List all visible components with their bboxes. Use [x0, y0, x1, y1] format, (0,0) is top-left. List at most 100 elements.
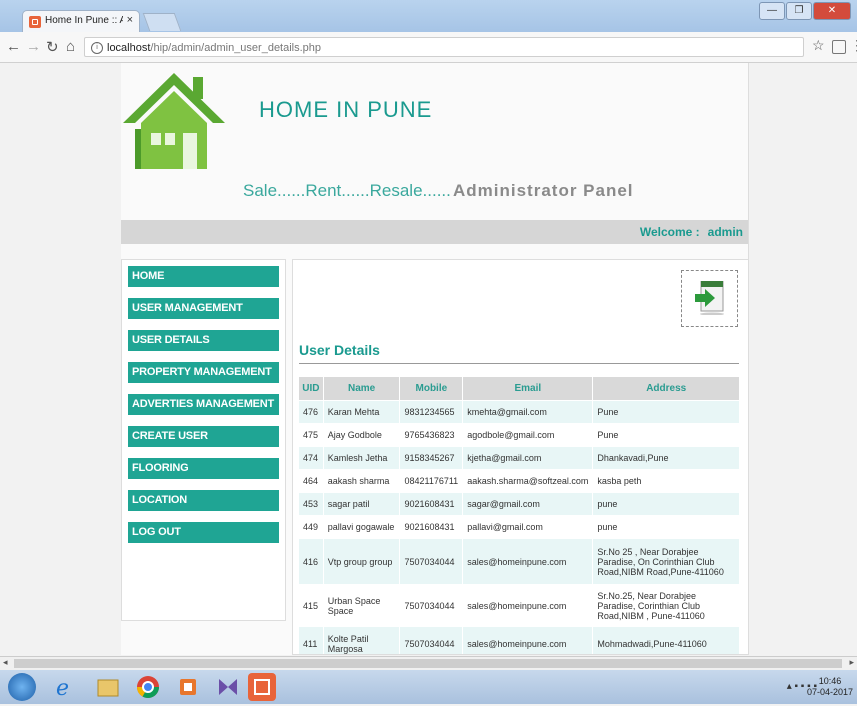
clock-time: 10:46 — [818, 676, 842, 686]
cell-mobile: 9831234565 — [399, 400, 464, 424]
back-arrow-icon[interactable]: ← — [6, 38, 21, 55]
site-favicon-icon — [29, 16, 41, 28]
cell-address: kasba peth — [592, 469, 740, 493]
sidebar-item-user-details[interactable]: USER DETAILS — [128, 330, 279, 351]
cell-name: Vtp group group — [322, 538, 401, 585]
column-header-email[interactable]: Email — [462, 376, 594, 401]
sidebar-item-location[interactable]: LOCATION — [128, 490, 279, 511]
table-row[interactable]: 453 sagar patil 9021608431 sagar@gmail.c… — [298, 492, 740, 516]
scrollbar-thumb[interactable] — [14, 659, 842, 668]
sidebar-item-create-user[interactable]: CREATE USER — [128, 426, 279, 447]
section-title: User Details — [299, 342, 380, 358]
table-row[interactable]: 474 Kamlesh Jetha 9158345267 kjetha@gmai… — [298, 446, 740, 470]
cell-email: sagar@gmail.com — [462, 492, 594, 516]
clock-date: 07-04-2017 — [806, 687, 853, 697]
section-divider — [299, 363, 739, 364]
cell-uid: 474 — [298, 446, 324, 470]
tab-title: Home In Pune :: Adminis — [45, 15, 123, 26]
sidebar-item-property-management[interactable]: PROPERTY MANAGEMENT — [128, 362, 279, 383]
export-excel-button[interactable] — [681, 270, 738, 327]
cell-email: aakash.sharma@softzeal.com — [462, 469, 594, 493]
cell-mobile: 9765436823 — [399, 423, 464, 447]
sidebar-item-log-out[interactable]: LOG OUT — [128, 522, 279, 543]
cell-email: kmehta@gmail.com — [462, 400, 594, 424]
column-header-address[interactable]: Address — [592, 376, 740, 401]
close-window-icon[interactable]: ✕ — [813, 2, 851, 20]
app-icon[interactable] — [174, 673, 202, 701]
reload-icon[interactable]: ↻ — [46, 38, 59, 56]
file-explorer-icon[interactable] — [94, 673, 122, 701]
cell-mobile: 9158345267 — [399, 446, 464, 470]
main-content: User Details UID Name Mobile Email Addre… — [292, 259, 749, 655]
window-controls: — ❐ ✕ — [759, 2, 851, 20]
cell-uid: 416 — [298, 538, 324, 585]
table-row[interactable]: 475 Ajay Godbole 9765436823 agodbole@gma… — [298, 423, 740, 447]
table-row[interactable]: 464 aakash sharma 08421176711 aakash.sha… — [298, 469, 740, 493]
user-details-table: UID Name Mobile Email Address 476 Karan … — [298, 376, 740, 654]
cell-email: agodbole@gmail.com — [462, 423, 594, 447]
cell-name: pallavi gogawale — [322, 515, 401, 539]
tab-close-icon[interactable]: × — [127, 14, 133, 26]
taskbar-clock[interactable]: 10:46 07-04-2017 — [807, 676, 853, 698]
url-host: localhost — [107, 42, 151, 54]
browser-menu-icon[interactable]: ⋮ — [850, 37, 857, 54]
page-container: HOME IN PUNE Sale......Rent......Resale.… — [121, 63, 749, 655]
forward-arrow-icon[interactable]: → — [26, 38, 41, 55]
cell-email: sales@homeinpune.com — [462, 584, 594, 627]
cell-name: Kolte Patil Margosa — [322, 626, 401, 654]
cell-mobile: 08421176711 — [399, 469, 464, 493]
cell-uid: 476 — [298, 400, 324, 424]
sidebar-item-user-management[interactable]: USER MANAGEMENT — [128, 298, 279, 319]
xampp-icon[interactable] — [248, 673, 276, 701]
url-field[interactable]: i localhost/hip/admin/admin_user_details… — [84, 37, 804, 57]
sidebar-item-flooring[interactable]: FLOORING — [128, 458, 279, 479]
column-header-uid[interactable]: UID — [298, 376, 324, 401]
cell-uid: 449 — [298, 515, 324, 539]
cell-email: pallavi@gmail.com — [462, 515, 594, 539]
site-title: HOME IN PUNE — [259, 97, 433, 122]
info-icon[interactable]: i — [91, 42, 103, 54]
address-bar-row: ← → ↻ ⌂ i localhost/hip/admin/admin_user… — [0, 32, 857, 63]
windows-taskbar: e ▴ ▪ ▪ ▪ ▪ 10:46 07-04-2017 — [0, 670, 857, 704]
media-player-icon[interactable] — [214, 673, 242, 701]
table-row[interactable]: 449 pallavi gogawale 9021608431 pallavi@… — [298, 515, 740, 539]
chrome-icon[interactable] — [134, 673, 162, 701]
column-header-name[interactable]: Name — [322, 376, 401, 401]
cell-address: Dhankavadi,Pune — [592, 446, 740, 470]
welcome-text: Welcome : admin — [640, 225, 743, 239]
cell-email: kjetha@gmail.com — [462, 446, 594, 470]
restore-icon[interactable]: ❐ — [786, 2, 812, 20]
cell-name: Urban Space Space — [322, 584, 401, 627]
column-header-mobile[interactable]: Mobile — [399, 376, 464, 401]
table-row[interactable]: 415 Urban Space Space 7507034044 sales@h… — [298, 584, 740, 627]
table-row[interactable]: 416 Vtp group group 7507034044 sales@hom… — [298, 538, 740, 585]
horizontal-scrollbar[interactable]: ◂ ▸ — [0, 656, 857, 670]
sidebar-menu: HOME USER MANAGEMENT USER DETAILS PROPER… — [121, 259, 286, 621]
new-tab-button[interactable] — [142, 13, 182, 31]
url-path: /hip/admin/admin_user_details.php — [150, 42, 322, 54]
sidebar-item-home[interactable]: HOME — [128, 266, 279, 287]
scroll-right-arrow-icon[interactable]: ▸ — [849, 657, 854, 668]
cell-email: sales@homeinpune.com — [462, 538, 594, 585]
scroll-left-arrow-icon[interactable]: ◂ — [3, 657, 8, 668]
table-row[interactable]: 476 Karan Mehta 9831234565 kmehta@gmail.… — [298, 400, 740, 424]
bookmark-star-icon[interactable]: ☆ — [812, 37, 825, 54]
cell-name: Kamlesh Jetha — [322, 446, 401, 470]
welcome-username[interactable]: admin — [708, 225, 743, 239]
home-icon[interactable]: ⌂ — [66, 38, 75, 55]
page-viewport: HOME IN PUNE Sale......Rent......Resale.… — [0, 63, 857, 655]
browser-tab[interactable]: Home In Pune :: Adminis × — [22, 10, 140, 32]
minimize-icon[interactable]: — — [759, 2, 785, 20]
cell-uid: 453 — [298, 492, 324, 516]
extension-icon[interactable] — [832, 40, 846, 54]
sidebar-item-adverties-management[interactable]: ADVERTIES MANAGEMENT — [128, 394, 279, 415]
browser-titlebar: Home In Pune :: Adminis × — ❐ ✕ — [0, 0, 857, 32]
cell-address: Sr.No 25 , Near Dorabjee Paradise, On Co… — [592, 538, 740, 585]
cell-uid: 411 — [298, 626, 324, 654]
table-row[interactable]: 411 Kolte Patil Margosa 7507034044 sales… — [298, 626, 740, 654]
cell-mobile: 7507034044 — [399, 626, 464, 654]
internet-explorer-icon[interactable]: e — [50, 673, 78, 701]
start-button-icon[interactable] — [8, 673, 36, 701]
cell-name: Karan Mehta — [322, 400, 401, 424]
cell-uid: 464 — [298, 469, 324, 493]
